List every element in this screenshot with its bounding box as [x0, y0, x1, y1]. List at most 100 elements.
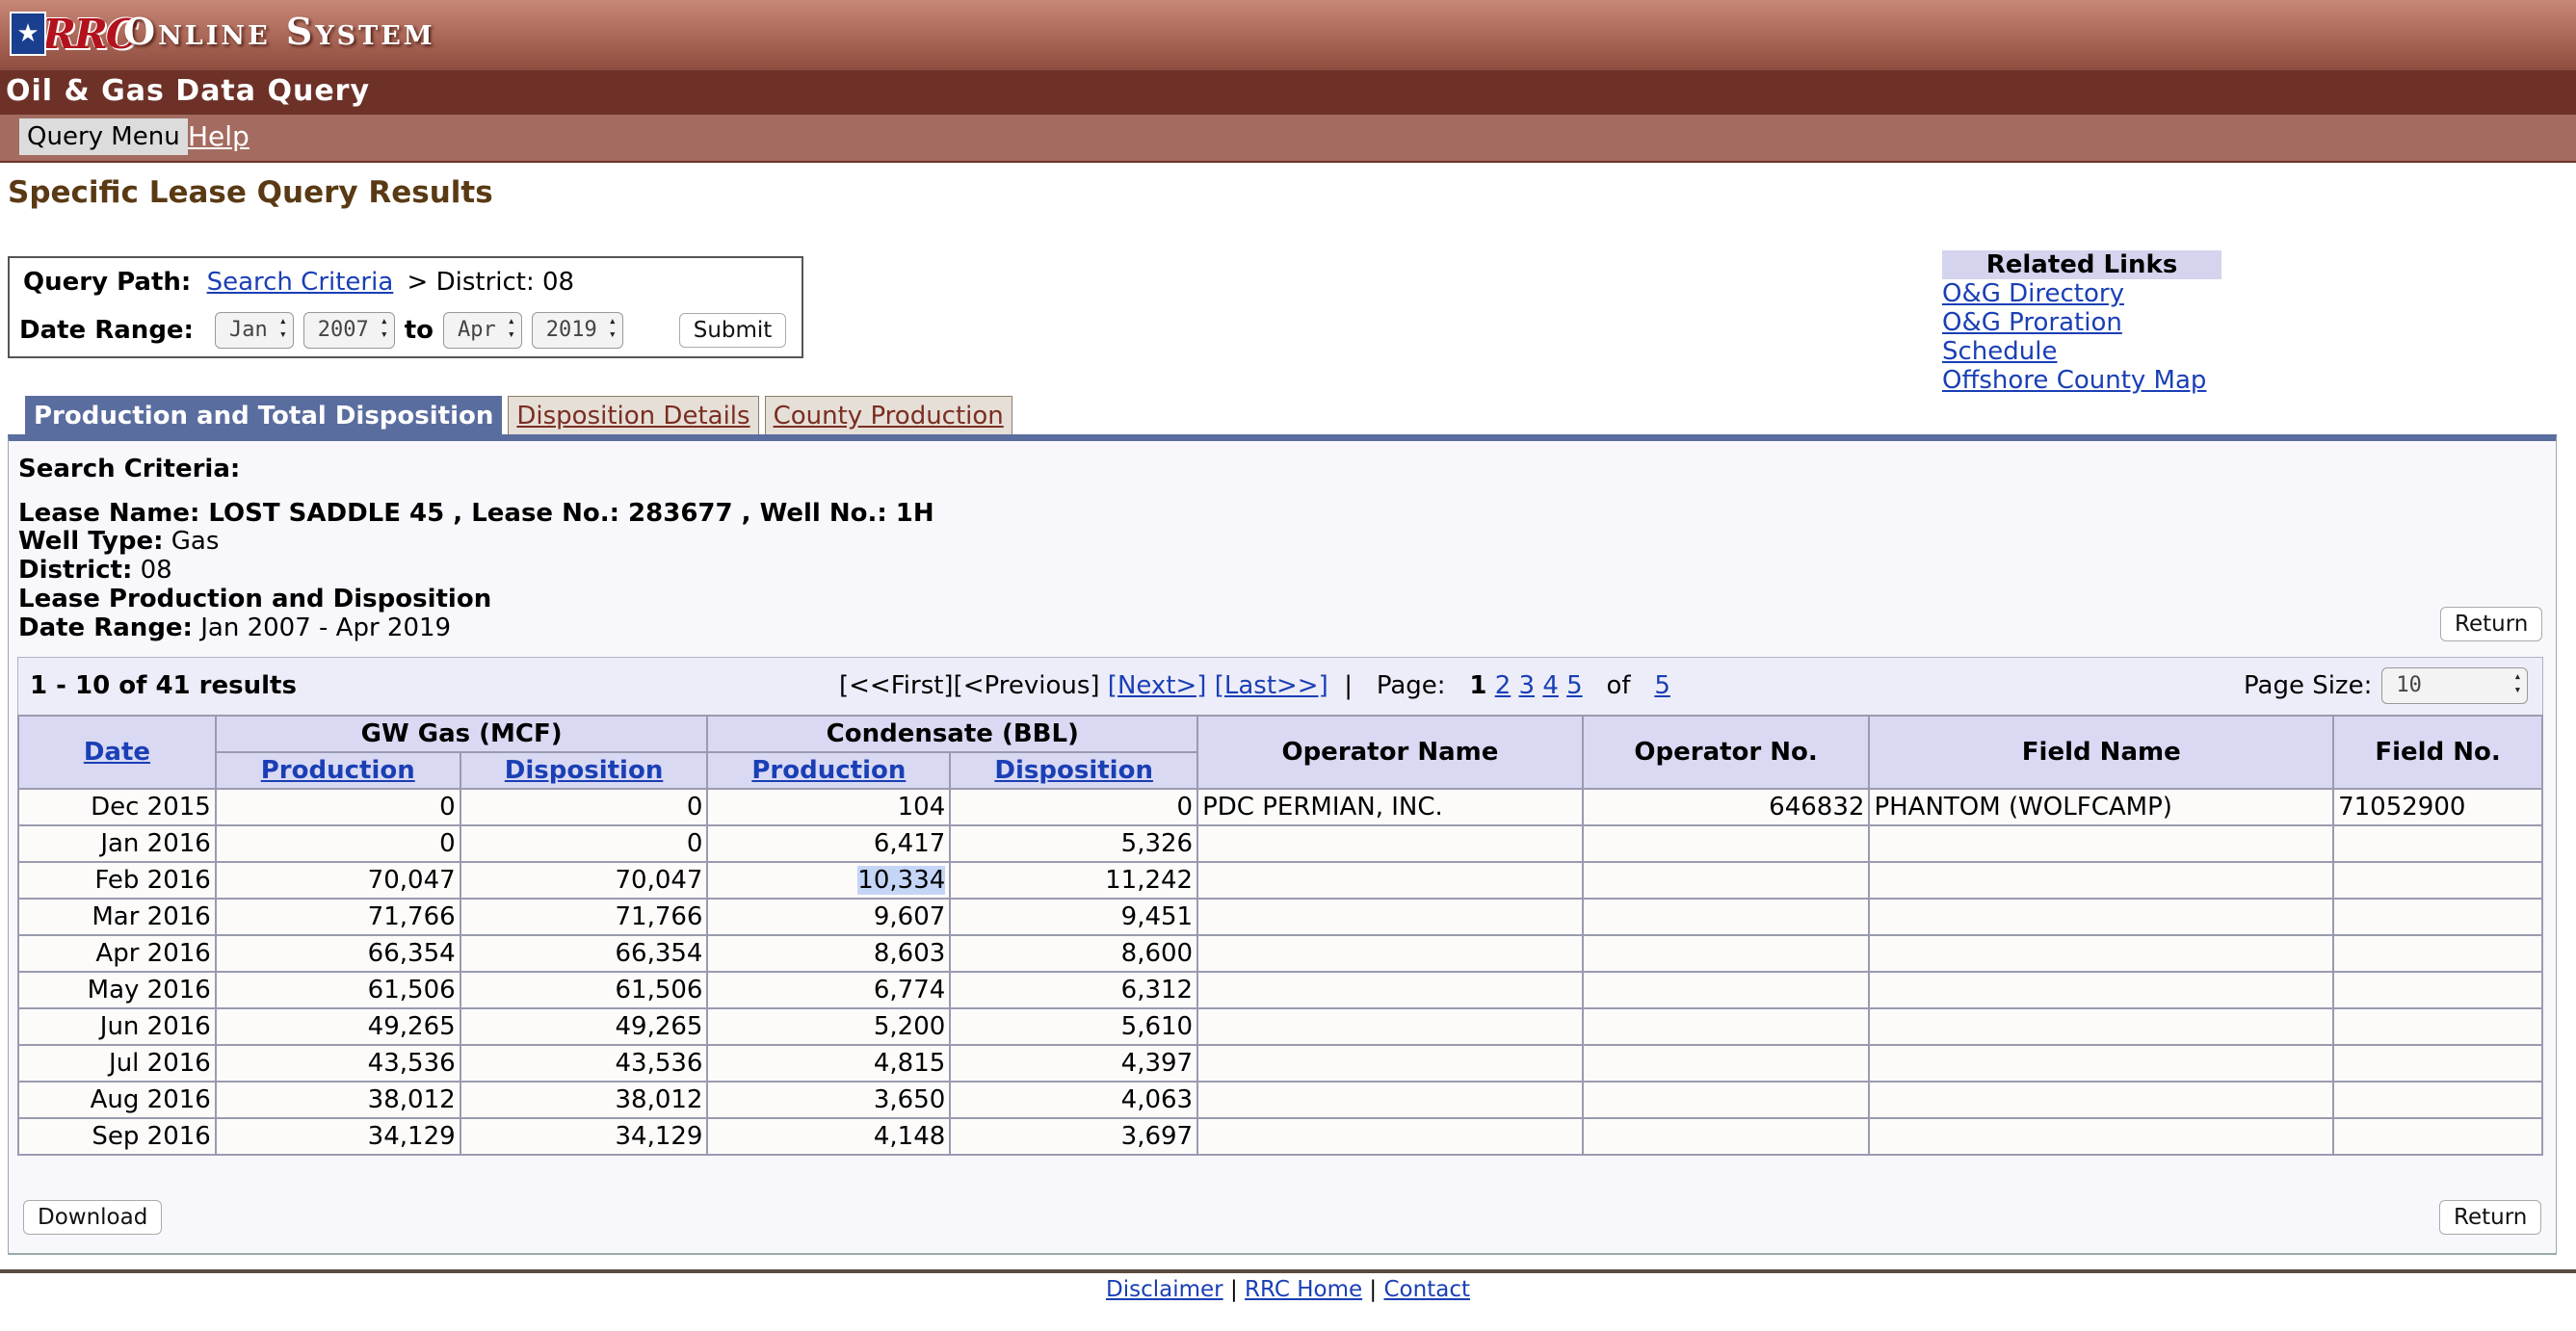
- app-title: Oil & Gas Data Query: [6, 74, 371, 108]
- search-criteria-link[interactable]: Search Criteria: [207, 268, 394, 297]
- date-range-row: Date Range: Jan 2007 to Apr 2019 Submit: [19, 312, 787, 349]
- last-link[interactable]: [Last>>]: [1215, 671, 1328, 700]
- condensate-disposition-cell: 5,326: [949, 824, 1199, 863]
- to-year-select[interactable]: 2019: [531, 312, 623, 349]
- page-size: Page Size: 10: [2244, 667, 2529, 704]
- related-links-title: Related Links: [1942, 250, 2221, 279]
- date-cell: Jun 2016: [17, 1007, 217, 1046]
- page-link-5[interactable]: 5: [1566, 671, 1583, 700]
- page-link-3[interactable]: 3: [1519, 671, 1536, 700]
- gas-production-header[interactable]: Production: [214, 751, 461, 790]
- of-label: of: [1606, 671, 1631, 700]
- field-name-header: Field Name: [1868, 715, 2335, 790]
- well-type: Well Type: Gas: [18, 527, 220, 556]
- condensate-disposition-cell: 4,063: [949, 1081, 1199, 1119]
- date-cell: Mar 2016: [17, 898, 217, 936]
- from-month-select[interactable]: Jan: [214, 312, 294, 349]
- condensate-production-cell: 9,607: [706, 898, 952, 936]
- search-criteria-heading: Search Criteria:: [18, 455, 241, 483]
- operator-no-header: Operator No.: [1581, 715, 1871, 790]
- og-directory-link[interactable]: O&G Directory: [1942, 279, 2221, 308]
- table-row: Sep 2016 34,129 34,129 4,148 3,697: [17, 1117, 2543, 1156]
- field-name-cell: [1868, 1081, 2335, 1119]
- condensate-disposition-cell: 3,697: [949, 1117, 1199, 1156]
- date-header[interactable]: Date: [17, 715, 217, 790]
- system-name: Online System: [123, 10, 435, 53]
- operator-name-cell: [1196, 824, 1584, 863]
- next-link[interactable]: [Next>]: [1108, 671, 1207, 700]
- condensate-production-cell: 5,200: [706, 1007, 952, 1046]
- page-link-4[interactable]: 4: [1542, 671, 1559, 700]
- condensate-disposition-cell: 8,600: [949, 934, 1199, 973]
- return-button-bottom[interactable]: Return: [2439, 1200, 2542, 1235]
- page-label: | Page:: [1327, 671, 1462, 700]
- download-button[interactable]: Download: [23, 1200, 163, 1235]
- table-row: Jul 2016 43,536 43,536 4,815 4,397: [17, 1044, 2543, 1083]
- field-name-cell: [1868, 1117, 2335, 1156]
- offshore-county-map-link[interactable]: Offshore County Map: [1942, 366, 2221, 395]
- condensate-disposition-cell: 4,397: [949, 1044, 1199, 1083]
- operator-name-cell: [1196, 1081, 1584, 1119]
- gas-production-cell: 70,047: [214, 861, 461, 900]
- condensate-production-cell: 4,148: [706, 1117, 952, 1156]
- operator-no-cell: [1581, 1007, 1871, 1046]
- condensate-disposition-cell: 9,451: [949, 898, 1199, 936]
- condensate-production-cell: 4,815: [706, 1044, 952, 1083]
- gas-production-cell: 43,536: [214, 1044, 461, 1083]
- condensate-disposition-cell: 6,312: [949, 971, 1199, 1009]
- texas-flag-icon: ★: [10, 12, 46, 56]
- operator-name-cell: PDC PERMIAN, INC.: [1196, 788, 1584, 826]
- table-row: Dec 2015 0 0 104 0 PDC PERMIAN, INC. 646832 PHA…: [17, 788, 2543, 826]
- condensate-disposition-header[interactable]: Disposition: [949, 751, 1199, 790]
- condensate-production-cell: 6,417: [706, 824, 952, 863]
- rrc-home-link[interactable]: RRC Home: [1245, 1277, 1362, 1302]
- field-no-cell: 71052900: [2332, 788, 2543, 826]
- og-proration-schedule-link[interactable]: O&G Proration Schedule: [1942, 308, 2221, 366]
- gas-disposition-cell: 66,354: [459, 934, 709, 973]
- tab-disposition-details[interactable]: Disposition Details: [508, 396, 759, 436]
- pagination: [<<First][<Previous] [Next>] [Last>>] | …: [839, 671, 1670, 700]
- page-link-2[interactable]: 2: [1495, 671, 1511, 700]
- table-row: Aug 2016 38,012 38,012 3,650 4,063: [17, 1081, 2543, 1119]
- criteria-date-range: Date Range: Jan 2007 - Apr 2019: [18, 613, 452, 642]
- date-cell: May 2016: [17, 971, 217, 1009]
- operator-no-cell: [1581, 1044, 1871, 1083]
- operator-name-cell: [1196, 1044, 1584, 1083]
- total-pages-link[interactable]: 5: [1654, 671, 1670, 700]
- disclaimer-link[interactable]: Disclaimer: [1106, 1277, 1223, 1302]
- page-size-select[interactable]: 10: [2381, 667, 2529, 704]
- field-no-cell: [2332, 971, 2543, 1009]
- tab-county-production[interactable]: County Production: [764, 396, 1012, 436]
- query-path-rest: > District: 08: [407, 268, 575, 297]
- operator-no-cell: [1581, 934, 1871, 973]
- submit-button[interactable]: Submit: [678, 313, 787, 348]
- logo-text: RRC: [42, 10, 138, 58]
- page-title: Specific Lease Query Results: [8, 175, 493, 210]
- help-link[interactable]: Help: [188, 118, 250, 155]
- contact-link[interactable]: Contact: [1384, 1277, 1470, 1302]
- page-size-label: Page Size:: [2244, 671, 2373, 700]
- date-cell: Feb 2016: [17, 861, 217, 900]
- tab-production-total-disposition[interactable]: Production and Total Disposition: [25, 396, 503, 436]
- gas-production-cell: 38,012: [214, 1081, 461, 1119]
- field-no-cell: [2332, 898, 2543, 936]
- return-button-top[interactable]: Return: [2440, 607, 2543, 641]
- field-name-cell: [1868, 861, 2335, 900]
- first-previous-text: [<<First][<Previous]: [839, 671, 1108, 700]
- field-no-cell: [2332, 861, 2543, 900]
- condensate-production-header[interactable]: Production: [706, 751, 952, 790]
- results-nav-bar: 1 - 10 of 41 results [<<First][<Previous…: [17, 657, 2543, 716]
- to-label: to: [404, 316, 434, 345]
- query-menu-button[interactable]: Query Menu: [19, 118, 188, 155]
- current-page: 1: [1469, 671, 1487, 700]
- condensate-production-cell: 10,334: [706, 861, 952, 900]
- related-links: Related Links O&G Directory O&G Proratio…: [1942, 250, 2221, 395]
- query-box: Query Path: Search Criteria > District: …: [8, 256, 803, 358]
- gw-gas-header: GW Gas (MCF): [214, 715, 709, 753]
- date-cell: Jul 2016: [17, 1044, 217, 1083]
- from-year-select[interactable]: 2007: [302, 312, 395, 349]
- to-month-select[interactable]: Apr: [443, 312, 522, 349]
- gas-disposition-header[interactable]: Disposition: [459, 751, 709, 790]
- table-row: Jun 2016 49,265 49,265 5,200 5,610: [17, 1007, 2543, 1046]
- field-no-cell: [2332, 934, 2543, 973]
